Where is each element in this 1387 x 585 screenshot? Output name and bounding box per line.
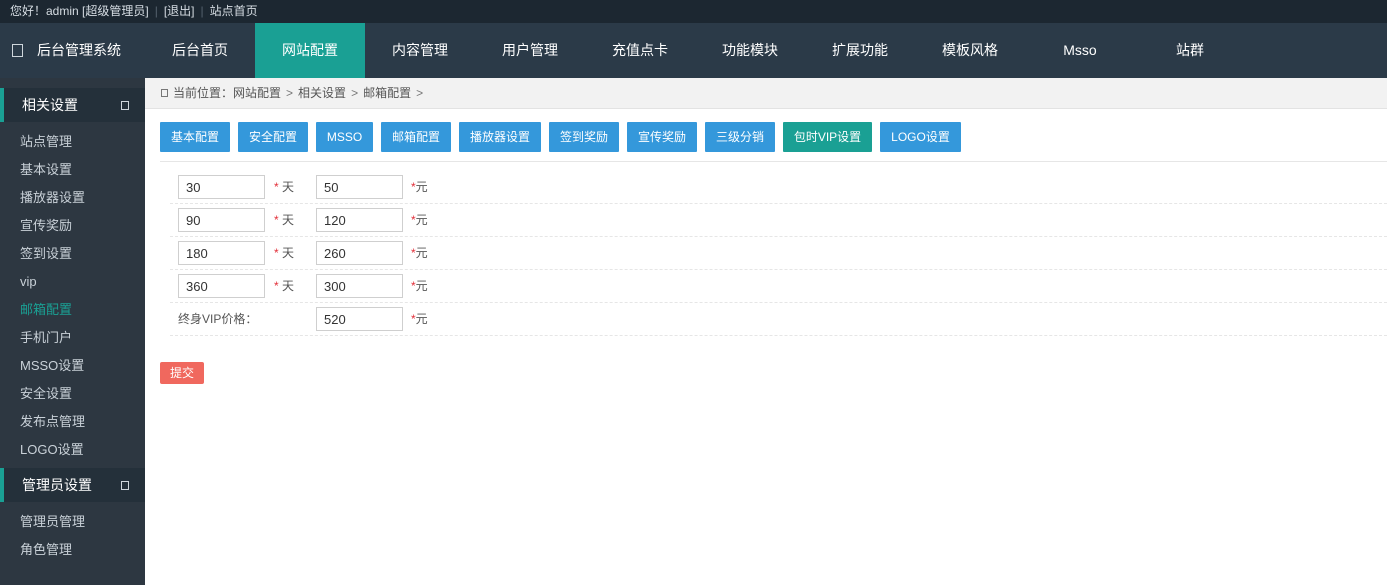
sidebar-item-role-management[interactable]: 角色管理 xyxy=(0,536,145,564)
sidebar-group-title: 相关设置 xyxy=(22,97,78,113)
nav-item-modules[interactable]: 功能模块 xyxy=(695,23,805,78)
price-unit-label: *元 xyxy=(411,246,428,260)
vip-price-input[interactable] xyxy=(316,241,403,265)
nav-item-admin-home[interactable]: 后台首页 xyxy=(145,23,255,78)
nav-item-content[interactable]: 内容管理 xyxy=(365,23,475,78)
vip-days-input[interactable] xyxy=(178,241,265,265)
logout-link[interactable]: [退出] xyxy=(164,0,195,22)
vip-price-row: * 天 *元 xyxy=(170,237,1387,270)
price-unit-label: *元 xyxy=(411,312,428,326)
sidebar-item-player-settings[interactable]: 播放器设置 xyxy=(0,184,145,212)
sidebar: 相关设置 站点管理 基本设置 播放器设置 宣传奖励 签到设置 vip 邮箱配置 … xyxy=(0,78,145,585)
menu-square-icon xyxy=(12,44,23,57)
days-unit-label: * 天 xyxy=(274,279,295,293)
breadcrumb-item[interactable]: 网站配置 xyxy=(233,86,281,100)
nav-item-templates[interactable]: 模板风格 xyxy=(915,23,1025,78)
tab-three-level-distribution[interactable]: 三级分销 xyxy=(705,122,775,152)
days-unit-label: * 天 xyxy=(274,246,295,260)
breadcrumb-item[interactable]: 相关设置 xyxy=(298,86,346,100)
greeting-text: 您好！admin [超级管理员] xyxy=(10,4,149,18)
breadcrumb-separator: > xyxy=(416,86,424,100)
tab-security-config[interactable]: 安全配置 xyxy=(238,122,308,152)
breadcrumb-separator: > xyxy=(286,86,294,100)
tab-checkin-reward[interactable]: 签到奖励 xyxy=(549,122,619,152)
sidebar-item-basic-settings[interactable]: 基本设置 xyxy=(0,156,145,184)
main-content: 当前位置：网站配置 > 相关设置 > 邮箱配置 > 基本配置 安全配置 MSSO 邮箱配置… xyxy=(145,78,1387,585)
nav-item-msso[interactable]: Msso xyxy=(1025,23,1135,78)
lifetime-vip-row: 终身VIP价格： *元 xyxy=(170,303,1387,336)
vip-price-row: * 天 *元 xyxy=(170,171,1387,204)
price-unit-label: *元 xyxy=(411,180,428,194)
vip-price-input[interactable] xyxy=(316,175,403,199)
top-bar: 您好！admin [超级管理员] | [退出] | 站点首页 xyxy=(0,0,1387,23)
breadcrumb: 当前位置：网站配置 > 相关设置 > 邮箱配置 > xyxy=(145,78,1387,109)
sidebar-item-promo-reward[interactable]: 宣传奖励 xyxy=(0,212,145,240)
days-unit-label: * 天 xyxy=(274,180,295,194)
nav-item-extensions[interactable]: 扩展功能 xyxy=(805,23,915,78)
sidebar-item-checkin-settings[interactable]: 签到设置 xyxy=(0,240,145,268)
vip-price-input[interactable] xyxy=(316,208,403,232)
collapse-square-icon xyxy=(121,101,129,110)
nav-item-recharge[interactable]: 充值点卡 xyxy=(585,23,695,78)
vip-days-input[interactable] xyxy=(178,274,265,298)
brand: 后台管理系统 xyxy=(0,23,145,78)
sidebar-item-publish-points[interactable]: 发布点管理 xyxy=(0,408,145,436)
sidebar-item-security-settings[interactable]: 安全设置 xyxy=(0,380,145,408)
vip-days-input[interactable] xyxy=(178,208,265,232)
breadcrumb-item[interactable]: 邮箱配置 xyxy=(363,86,411,100)
main-header: 后台管理系统 后台首页 网站配置 内容管理 用户管理 充值点卡 功能模块 扩展功… xyxy=(0,23,1387,78)
sidebar-item-logo-settings[interactable]: LOGO设置 xyxy=(0,436,145,464)
breadcrumb-separator: > xyxy=(351,86,359,100)
nav-item-site-config[interactable]: 网站配置 xyxy=(255,23,365,78)
vip-price-input[interactable] xyxy=(316,274,403,298)
tab-msso[interactable]: MSSO xyxy=(316,122,373,152)
brand-title: 后台管理系统 xyxy=(37,42,121,58)
breadcrumb-prefix: 当前位置： xyxy=(173,86,234,100)
sidebar-group-admin-settings[interactable]: 管理员设置 xyxy=(0,468,145,502)
vip-price-row: * 天 *元 xyxy=(170,270,1387,303)
sidebar-item-admin-management[interactable]: 管理员管理 xyxy=(0,508,145,536)
lifetime-vip-price-input[interactable] xyxy=(316,307,403,331)
vip-price-row: * 天 *元 xyxy=(170,204,1387,237)
location-square-icon xyxy=(161,89,168,97)
collapse-square-icon xyxy=(121,481,129,490)
sidebar-item-msso-settings[interactable]: MSSO设置 xyxy=(0,352,145,380)
price-unit-label: *元 xyxy=(411,279,428,293)
nav-item-users[interactable]: 用户管理 xyxy=(475,23,585,78)
sidebar-item-email-config[interactable]: 邮箱配置 xyxy=(0,296,145,324)
sidebar-item-mobile-portal[interactable]: 手机门户 xyxy=(0,324,145,352)
sidebar-group-title: 管理员设置 xyxy=(22,477,92,493)
price-unit-label: *元 xyxy=(411,213,428,227)
submit-button[interactable]: 提交 xyxy=(160,362,204,384)
vip-days-input[interactable] xyxy=(178,175,265,199)
nav-item-site-group[interactable]: 站群 xyxy=(1135,23,1245,78)
tab-timed-vip-settings[interactable]: 包时VIP设置 xyxy=(783,122,872,152)
divider: | xyxy=(154,4,158,18)
divider xyxy=(160,161,1387,162)
tab-promo-reward[interactable]: 宣传奖励 xyxy=(627,122,697,152)
divider: | xyxy=(200,4,204,18)
tab-logo-settings[interactable]: LOGO设置 xyxy=(880,122,961,152)
lifetime-vip-label: 终身VIP价格： xyxy=(178,312,258,326)
tab-basic-config[interactable]: 基本配置 xyxy=(160,122,230,152)
site-home-link[interactable]: 站点首页 xyxy=(210,0,258,22)
tab-email-config[interactable]: 邮箱配置 xyxy=(381,122,451,152)
sidebar-item-site-management[interactable]: 站点管理 xyxy=(0,128,145,156)
days-unit-label: * 天 xyxy=(274,213,295,227)
tab-player-settings[interactable]: 播放器设置 xyxy=(459,122,541,152)
sidebar-group-related-settings[interactable]: 相关设置 xyxy=(0,88,145,122)
sidebar-item-vip[interactable]: vip xyxy=(0,268,145,296)
